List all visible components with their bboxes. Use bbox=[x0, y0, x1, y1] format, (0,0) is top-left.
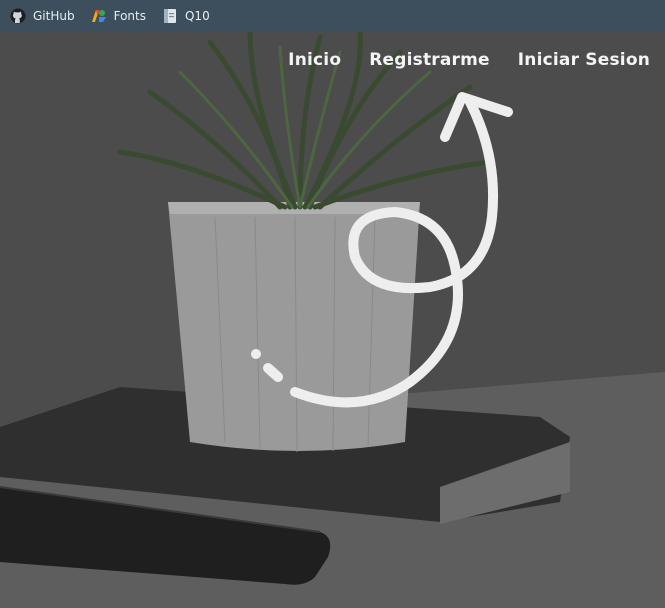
google-fonts-icon bbox=[91, 8, 107, 24]
nav-link-registrarme[interactable]: Registrarme bbox=[369, 50, 490, 70]
bookmark-q10[interactable]: Q10 bbox=[162, 8, 210, 24]
bookmark-fonts[interactable]: Fonts bbox=[91, 8, 146, 24]
github-icon bbox=[10, 8, 26, 24]
hero-section: Inicio Registrarme Iniciar Sesion bbox=[0, 32, 665, 608]
bookmark-github[interactable]: GitHub bbox=[10, 8, 75, 24]
nav-link-inicio[interactable]: Inicio bbox=[288, 50, 341, 70]
main-nav: Inicio Registrarme Iniciar Sesion bbox=[288, 50, 650, 70]
arrow-doodle bbox=[251, 92, 513, 408]
nav-link-iniciar-sesion[interactable]: Iniciar Sesion bbox=[518, 50, 650, 70]
bookmark-label: GitHub bbox=[33, 9, 75, 23]
bookmark-label: Q10 bbox=[184, 9, 210, 23]
bookmarks-bar: GitHub Fonts Q10 bbox=[0, 0, 665, 32]
bookmark-label: Fonts bbox=[113, 9, 146, 23]
document-icon bbox=[162, 8, 178, 24]
